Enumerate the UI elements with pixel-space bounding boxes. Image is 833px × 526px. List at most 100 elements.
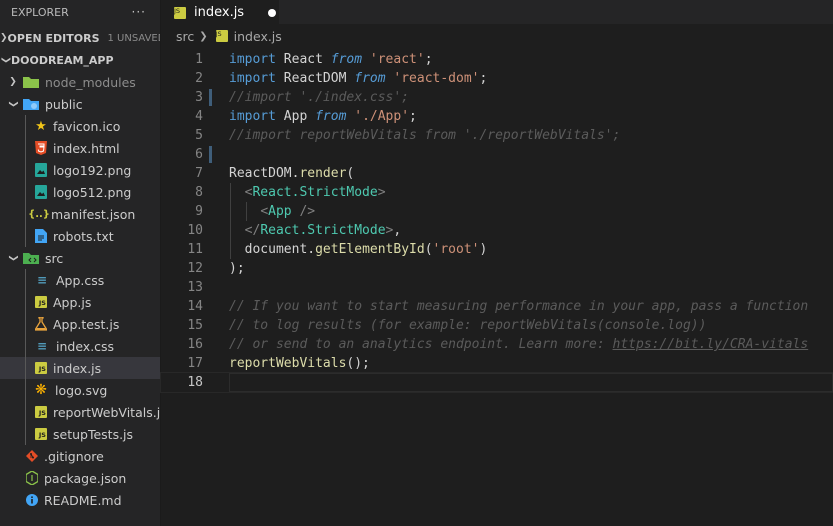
line-number: 3 bbox=[195, 90, 203, 105]
code-editor[interactable]: 1 import React from 'react'; 2 import Reac… bbox=[160, 50, 833, 393]
indent-guide bbox=[230, 183, 231, 202]
line-number: 12 bbox=[187, 261, 203, 276]
tree-file-logo192[interactable]: logo192.png bbox=[0, 159, 160, 181]
line-number: 9 bbox=[195, 204, 203, 219]
token-jsx-tag: App bbox=[268, 204, 292, 219]
code-line: 17 reportWebVitals(); bbox=[161, 354, 833, 373]
gutter bbox=[203, 259, 229, 278]
code-text: </React.StrictMode>, bbox=[244, 223, 402, 238]
token-string: 'react-dom' bbox=[393, 71, 480, 86]
explorer-sidebar: EXPLORER ··· ❯ OPEN EDITORS 1 UNSAVED ❯ … bbox=[0, 0, 161, 526]
tree-file-manifest[interactable]: {..} manifest.json bbox=[0, 203, 160, 225]
chevron-right-icon: ❯ bbox=[199, 30, 208, 42]
tree-label: index.css bbox=[56, 338, 115, 354]
tree-folder-src[interactable]: ❯ src bbox=[0, 247, 160, 269]
code-line: 16 // or send to an analytics endpoint. L… bbox=[161, 335, 833, 354]
code-line: 6 bbox=[161, 145, 833, 164]
modified-gutter-marker[interactable] bbox=[203, 88, 229, 107]
code-text: <App /> bbox=[260, 204, 316, 219]
js-file-icon: JS bbox=[35, 428, 47, 440]
tab-label: index.js bbox=[194, 5, 245, 20]
code-line: 7 ReactDOM.render( bbox=[161, 164, 833, 183]
tree-file-logo512[interactable]: logo512.png bbox=[0, 181, 160, 203]
tree-file-robots[interactable]: robots.txt bbox=[0, 225, 160, 247]
tab-index-js[interactable]: JS index.js bbox=[161, 0, 279, 24]
image-icon bbox=[35, 185, 47, 199]
breadcrumb-file[interactable]: index.js bbox=[234, 29, 282, 44]
code-line-current[interactable]: 18 bbox=[160, 372, 833, 393]
code-text: import ReactDOM from 'react-dom'; bbox=[229, 71, 488, 86]
indent-guide bbox=[25, 335, 26, 357]
token-string: './App' bbox=[354, 109, 410, 124]
token-identifier: document bbox=[244, 242, 308, 257]
tree-file-index-css[interactable]: ≡ index.css bbox=[0, 335, 160, 357]
tree-label: manifest.json bbox=[51, 206, 136, 222]
tree-label: App.js bbox=[53, 294, 92, 310]
tree-file-gitignore[interactable]: .gitignore bbox=[0, 445, 160, 467]
code-text: reportWebVitals(); bbox=[229, 356, 370, 371]
tree-file-readme[interactable]: README.md bbox=[0, 489, 160, 511]
breadcrumb-folder[interactable]: src bbox=[176, 29, 194, 44]
svg-asterisk-icon: ❋ bbox=[35, 382, 47, 398]
tab-bar: JS index.js bbox=[161, 0, 833, 24]
js-file-icon: JS bbox=[215, 30, 228, 42]
token-identifier: React bbox=[275, 52, 331, 67]
chevron-down-icon: ❯ bbox=[8, 100, 18, 108]
line-number: 10 bbox=[187, 223, 203, 238]
indent-guide bbox=[25, 357, 26, 379]
project-section[interactable]: ❯ DOODREAM_APP bbox=[0, 49, 160, 71]
token-string: 'root' bbox=[432, 242, 480, 257]
tree-file-package-json[interactable]: package.json bbox=[0, 467, 160, 489]
indent-guide bbox=[25, 269, 26, 291]
line-number: 18 bbox=[187, 375, 203, 390]
json-braces-icon: {..} bbox=[28, 208, 50, 220]
token-keyword: from bbox=[354, 71, 386, 86]
unsaved-dot-icon[interactable] bbox=[268, 8, 277, 17]
gutter bbox=[203, 164, 229, 183]
modified-gutter-marker[interactable] bbox=[203, 145, 229, 164]
code-line: 8 <React.StrictMode> bbox=[161, 183, 833, 202]
js-file-icon: JS bbox=[35, 296, 47, 308]
tree-file-app-test[interactable]: App.test.js bbox=[0, 313, 160, 335]
gutter bbox=[203, 69, 229, 88]
tree-file-index-html[interactable]: index.html bbox=[0, 137, 160, 159]
gutter bbox=[203, 297, 229, 316]
tree-file-report-web-vitals[interactable]: JS reportWebVitals.js bbox=[0, 401, 160, 423]
more-actions-icon[interactable]: ··· bbox=[132, 5, 146, 19]
tree-label: logo.svg bbox=[55, 382, 108, 398]
open-editors-section[interactable]: ❯ OPEN EDITORS 1 UNSAVED bbox=[0, 27, 160, 49]
gutter bbox=[203, 126, 229, 145]
image-icon bbox=[35, 163, 47, 177]
breadcrumb: src ❯ JS index.js bbox=[161, 24, 833, 48]
token-identifier: App bbox=[275, 109, 316, 124]
tree-file-favicon[interactable]: ★ favicon.ico bbox=[0, 115, 160, 137]
tree-label: favicon.ico bbox=[53, 118, 121, 134]
line-number: 4 bbox=[195, 109, 203, 124]
flask-icon bbox=[35, 317, 47, 331]
code-line: 13 bbox=[161, 278, 833, 297]
gutter bbox=[203, 278, 229, 297]
line-number: 15 bbox=[187, 318, 203, 333]
tree-folder-node-modules[interactable]: ❯ node_modules bbox=[0, 71, 160, 93]
tree-file-logo-svg[interactable]: ❋ logo.svg bbox=[0, 379, 160, 401]
gutter bbox=[203, 221, 229, 240]
tree-file-app-css[interactable]: ≡ App.css bbox=[0, 269, 160, 291]
tree-label: README.md bbox=[44, 492, 122, 508]
document-icon bbox=[35, 229, 47, 243]
token-keyword: from bbox=[315, 109, 347, 124]
tree-file-app-js[interactable]: JS App.js bbox=[0, 291, 160, 313]
public-folder-icon bbox=[23, 99, 39, 110]
indent-guide bbox=[25, 423, 26, 445]
tree-folder-public[interactable]: ❯ public bbox=[0, 93, 160, 115]
comment-link[interactable]: https://bit.ly/CRA-vitals bbox=[613, 337, 809, 352]
gutter bbox=[203, 335, 229, 354]
tree-label: reportWebVitals.js bbox=[53, 404, 160, 420]
indent-guide bbox=[246, 202, 247, 221]
code-line: 3 //import './index.css'; bbox=[161, 88, 833, 107]
tree-file-index-js[interactable]: JS index.js bbox=[0, 357, 160, 379]
code-line: 15 // to log results (for example: report… bbox=[161, 316, 833, 335]
tree-file-setup-tests[interactable]: JS setupTests.js bbox=[0, 423, 160, 445]
gutter bbox=[203, 107, 229, 126]
tree-label: logo512.png bbox=[53, 184, 132, 200]
node-modules-folder-icon bbox=[23, 77, 39, 88]
